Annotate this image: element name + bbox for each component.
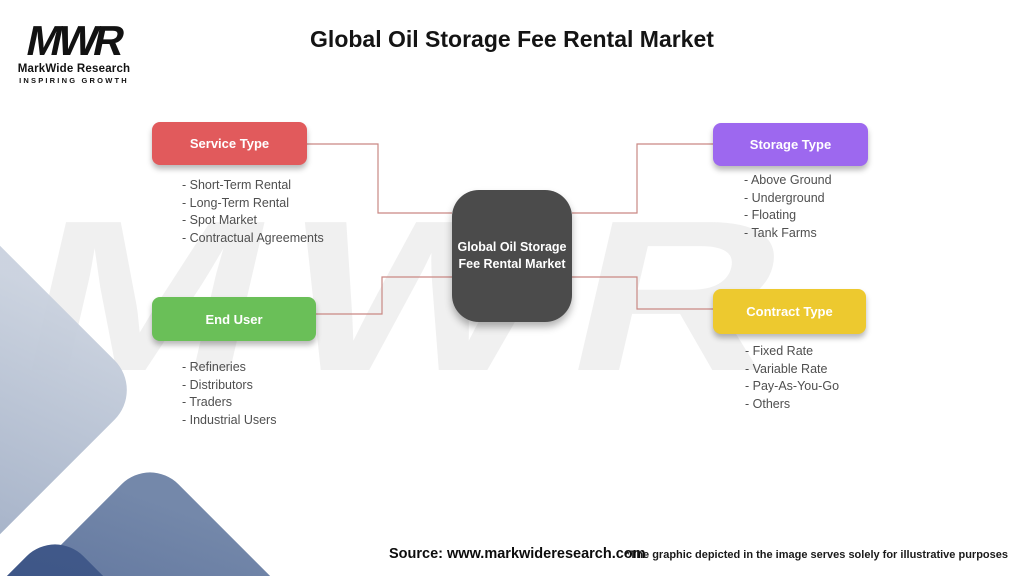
list-item: - Distributors xyxy=(182,377,253,392)
list-item: - Others xyxy=(745,396,791,411)
service-type-list: - Short-Term Rental - Long-Term Rental -… xyxy=(182,177,324,247)
list-item: - Contractual Agreements xyxy=(182,230,324,245)
logo-company-name: MarkWide Research xyxy=(17,63,131,75)
center-node: Global Oil Storage Fee Rental Market xyxy=(452,190,572,322)
list-item: - Fixed Rate xyxy=(745,344,814,358)
category-box-service-type: Service Type xyxy=(152,122,307,165)
list-item: - Refineries xyxy=(182,360,246,374)
list-item: - Short-Term Rental xyxy=(182,178,292,192)
category-label-end-user: End User xyxy=(205,311,263,327)
list-item: - Floating xyxy=(744,208,797,222)
list-item: - Variable Rate xyxy=(745,361,828,376)
category-box-storage-type: Storage Type xyxy=(713,123,868,166)
list-item: - Tank Farms xyxy=(744,225,817,240)
storage-type-list: - Above Ground - Underground - Floating … xyxy=(744,172,832,242)
category-box-end-user: End User xyxy=(152,297,316,341)
brand-watermark: MWR xyxy=(1,175,831,416)
logo-tagline: INSPIRING GROWTH xyxy=(19,76,129,85)
list-item: - Industrial Users xyxy=(182,412,277,427)
list-item: - Underground xyxy=(744,190,825,205)
list-item: - Traders xyxy=(182,395,233,409)
category-label-storage-type: Storage Type xyxy=(749,137,832,152)
end-user-list: - Refineries - Distributors - Traders - … xyxy=(182,359,276,429)
list-item: - Spot Market xyxy=(182,213,258,227)
category-label-service-type: Service Type xyxy=(189,136,270,151)
source-text: Source: www.markwideresearch.com xyxy=(389,546,646,562)
center-node-label-line1: Global Oil Storage xyxy=(457,240,567,254)
page-title: Global Oil Storage Fee Rental Market xyxy=(310,26,714,52)
infographic-canvas: MWR MWR MarkWide Research INSPIRING GROW… xyxy=(0,0,1024,576)
list-item: - Pay-As-You-Go xyxy=(745,379,840,393)
disclaimer-text: *The graphic depicted in the image serve… xyxy=(625,549,1008,561)
list-item: - Long-Term Rental xyxy=(182,195,289,210)
contract-type-list: - Fixed Rate - Variable Rate - Pay-As-Yo… xyxy=(745,343,839,413)
list-item: - Above Ground xyxy=(744,173,832,187)
category-box-contract-type: Contract Type xyxy=(713,289,866,334)
category-label-contract-type: Contract Type xyxy=(746,304,833,319)
center-node-label-line2: Fee Rental Market xyxy=(458,257,566,271)
